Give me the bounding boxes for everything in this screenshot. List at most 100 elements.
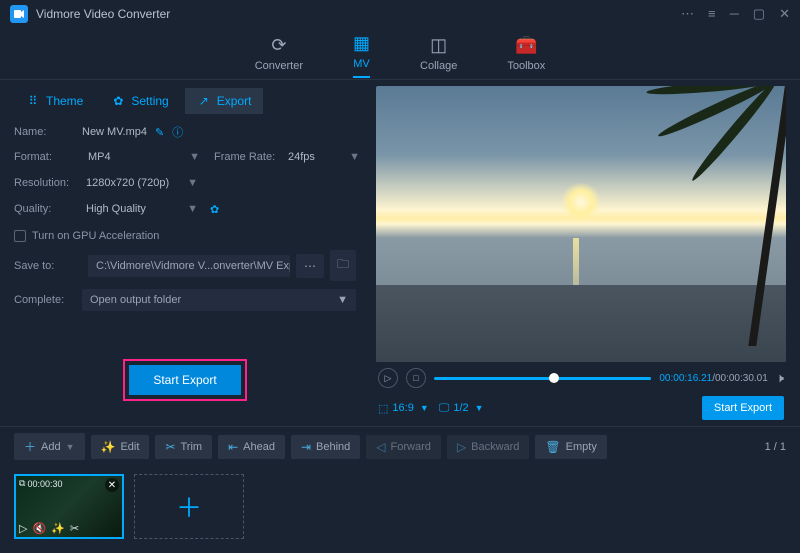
gpu-checkbox-row[interactable]: Turn on GPU Acceleration: [14, 230, 356, 242]
add-clip-button[interactable]: ＋: [134, 474, 244, 539]
chevron-down-icon: ▼: [475, 403, 484, 413]
start-export-button[interactable]: Start Export: [129, 365, 240, 395]
subtab-export[interactable]: ↗ Export: [185, 88, 264, 114]
toolbox-icon: 🧰: [515, 35, 537, 56]
maximize-icon[interactable]: ▢: [753, 6, 765, 22]
export-button-highlight: Start Export: [123, 359, 246, 401]
tab-toolbox[interactable]: 🧰 Toolbox: [507, 31, 545, 76]
tab-toolbox-label: Toolbox: [507, 60, 545, 72]
complete-value: Open output folder: [90, 294, 181, 306]
mv-icon: ▦: [353, 33, 370, 54]
gpu-label: Turn on GPU Acceleration: [32, 230, 159, 242]
progress-thumb[interactable]: [549, 373, 559, 383]
tab-collage[interactable]: ◫ Collage: [420, 31, 457, 76]
forward-icon: ◁: [376, 440, 385, 454]
subtab-setting-label: Setting: [131, 94, 168, 108]
start-export-button-right[interactable]: Start Export: [702, 396, 784, 420]
wand-icon: ✨: [101, 440, 116, 454]
backward-button[interactable]: ▷Backward: [447, 435, 530, 459]
framerate-dropdown[interactable]: 24fps ▼: [284, 148, 364, 166]
framerate-label: Frame Rate:: [214, 151, 284, 163]
behind-icon: ⇥: [301, 440, 311, 454]
timeline: ⧉ 00:00:30 ✕ ▷ 🔇 ✨ ✂ ＋: [0, 466, 800, 553]
subtab-theme[interactable]: ⠿ Theme: [14, 88, 95, 114]
remove-clip-icon[interactable]: ✕: [105, 478, 119, 492]
trash-icon: 🗑: [545, 440, 560, 454]
subtab-export-label: Export: [217, 94, 252, 108]
resolution-label: Resolution:: [14, 177, 82, 189]
browse-button[interactable]: ⋯: [296, 254, 324, 278]
clip-duration: ⧉ 00:00:30: [19, 478, 62, 489]
timeline-clip[interactable]: ⧉ 00:00:30 ✕ ▷ 🔇 ✨ ✂: [14, 474, 124, 539]
clip-edit-icon[interactable]: ✨: [51, 522, 65, 535]
name-value: New MV.mp4: [82, 126, 147, 138]
bottom-toolbar: ＋Add▼ ✨Edit ✂Trim ⇤Ahead ⇥Behind ◁Forwar…: [0, 426, 800, 466]
subtab-theme-label: Theme: [46, 94, 83, 108]
volume-icon[interactable]: 🕨: [776, 370, 784, 386]
clip-play-icon[interactable]: ▷: [19, 522, 27, 535]
format-dropdown[interactable]: MP4 ▼: [84, 148, 204, 166]
forward-button[interactable]: ◁Forward: [366, 435, 441, 459]
theme-icon: ⠿: [26, 94, 40, 108]
quality-dropdown[interactable]: High Quality ▼: [82, 200, 202, 218]
open-folder-icon[interactable]: 🗀: [330, 250, 356, 281]
info-icon[interactable]: ⓘ: [172, 124, 183, 140]
menu-icon[interactable]: ≡: [708, 6, 716, 22]
collage-icon: ◫: [430, 35, 447, 56]
saveto-path: C:\Vidmore\Vidmore V...onverter\MV Expor…: [88, 255, 290, 277]
chevron-down-icon: ▼: [187, 203, 198, 215]
behind-button[interactable]: ⇥Behind: [291, 435, 360, 459]
quality-value: High Quality: [86, 203, 146, 215]
current-time: 00:00:16.21: [659, 373, 712, 384]
clip-mute-icon[interactable]: 🔇: [32, 522, 46, 535]
screen-page-value: 1/2: [453, 402, 468, 414]
complete-dropdown[interactable]: Open output folder ▼: [82, 289, 356, 311]
app-title: Vidmore Video Converter: [36, 7, 170, 21]
edit-button[interactable]: ✨Edit: [91, 435, 150, 459]
video-preview[interactable]: [376, 86, 786, 362]
tab-mv[interactable]: ▦ MV: [353, 29, 370, 78]
ahead-icon: ⇤: [228, 440, 238, 454]
empty-button[interactable]: 🗑Empty: [535, 435, 606, 459]
edit-name-icon[interactable]: ✎: [155, 126, 164, 139]
feedback-icon[interactable]: ⋯: [681, 6, 694, 22]
aspect-ratio-dropdown[interactable]: ⬚ 16:9 ▼: [378, 402, 429, 415]
progress-bar[interactable]: [434, 377, 651, 380]
quality-label: Quality:: [14, 203, 82, 215]
subtab-setting[interactable]: ✿ Setting: [99, 88, 180, 114]
stop-button[interactable]: □: [406, 368, 426, 388]
quality-settings-icon[interactable]: ✿: [210, 203, 219, 216]
chevron-down-icon: ▼: [189, 151, 200, 163]
play-button[interactable]: ▷: [378, 368, 398, 388]
framerate-value: 24fps: [288, 151, 315, 163]
screen-page-dropdown[interactable]: 🖵 1/2 ▼: [439, 402, 484, 415]
resolution-value: 1280x720 (720p): [86, 177, 169, 189]
trim-button[interactable]: ✂Trim: [155, 435, 212, 459]
aspect-ratio-value: 16:9: [392, 402, 413, 414]
tab-mv-label: MV: [353, 58, 370, 70]
chevron-down-icon: ▼: [349, 151, 360, 163]
tab-converter[interactable]: ⟳ Converter: [255, 31, 303, 76]
complete-label: Complete:: [14, 294, 82, 306]
top-nav: ⟳ Converter ▦ MV ◫ Collage 🧰 Toolbox: [0, 28, 800, 80]
minimize-icon[interactable]: ─: [730, 6, 739, 22]
screen-icon: 🖵: [439, 402, 450, 415]
saveto-label: Save to:: [14, 260, 82, 272]
close-icon[interactable]: ✕: [779, 6, 790, 22]
chevron-down-icon: ▼: [337, 294, 348, 306]
ahead-button[interactable]: ⇤Ahead: [218, 435, 285, 459]
format-label: Format:: [14, 151, 84, 163]
app-logo: [10, 5, 28, 23]
converter-icon: ⟳: [271, 35, 286, 56]
add-button[interactable]: ＋Add▼: [14, 433, 85, 460]
page-indicator: 1 / 1: [765, 441, 786, 453]
export-panel: ⠿ Theme ✿ Setting ↗ Export Name: New MV.…: [0, 80, 370, 426]
resolution-dropdown[interactable]: 1280x720 (720p) ▼: [82, 174, 202, 192]
chevron-down-icon: ▼: [420, 403, 429, 413]
timecode: 00:00:16.21/00:00:30.01: [659, 373, 767, 384]
chevron-down-icon: ▼: [187, 177, 198, 189]
gpu-checkbox[interactable]: [14, 230, 26, 242]
clip-trim-icon[interactable]: ✂: [70, 522, 79, 535]
tab-converter-label: Converter: [255, 60, 303, 72]
chevron-down-icon: ▼: [66, 442, 75, 452]
